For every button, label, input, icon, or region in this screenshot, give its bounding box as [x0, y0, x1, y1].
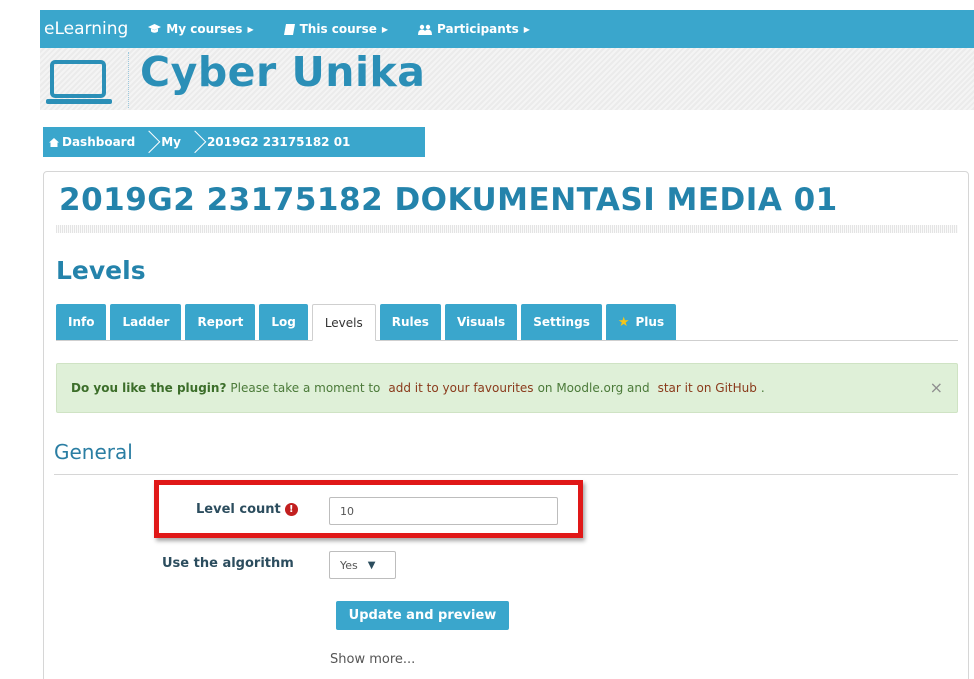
title-divider: [56, 225, 958, 233]
section-divider: [54, 474, 958, 475]
breadcrumb-course[interactable]: 2019G2 23175182 01: [207, 135, 350, 149]
caret-right-icon: ▶: [381, 24, 389, 34]
book-icon: [283, 23, 295, 35]
graduation-cap-icon: [148, 24, 162, 33]
breadcrumb-separator: [141, 127, 155, 157]
page-title: Levels: [56, 256, 146, 285]
github-link[interactable]: star it on GitHub: [658, 381, 757, 395]
alert-text-1: Please take a moment to: [230, 381, 381, 395]
tab-info[interactable]: Info: [56, 304, 107, 340]
tab-settings[interactable]: Settings: [521, 304, 602, 340]
tab-rules[interactable]: Rules: [379, 304, 441, 340]
caret-right-icon: ▶: [523, 24, 530, 34]
main-panel: 2019G2 23175182 DOKUMENTASI MEDIA 01 Lev…: [43, 171, 969, 679]
alert-text-3: .: [760, 381, 765, 395]
tab-report[interactable]: Report: [185, 304, 256, 340]
tab-plus-label: Plus: [635, 315, 665, 329]
breadcrumb-dashboard[interactable]: Dashboard: [49, 135, 135, 149]
header-divider: [128, 52, 129, 108]
breadcrumb-separator: [187, 127, 201, 157]
nav-participants[interactable]: Participants ▶: [418, 22, 530, 36]
nav-my-courses-label: My courses: [166, 22, 243, 36]
algorithm-select-value: Yes: [340, 558, 358, 572]
home-icon: [49, 137, 59, 147]
nav-this-course-label: This course: [299, 22, 377, 36]
brand-link[interactable]: eLearning: [44, 19, 128, 39]
dropdown-arrow-icon: ▼: [367, 559, 376, 571]
tab-levels[interactable]: Levels: [311, 304, 376, 341]
alert-question: Do you like the plugin?: [71, 381, 227, 395]
nav-my-courses[interactable]: My courses ▶: [148, 22, 254, 36]
plugin-alert: Do you like the plugin? Please take a mo…: [56, 363, 958, 413]
tab-bar: Info Ladder Report Log Levels Rules Visu…: [56, 304, 958, 341]
breadcrumb-dashboard-label: Dashboard: [62, 135, 136, 149]
site-name[interactable]: Cyber Unika: [140, 48, 425, 96]
users-icon: [418, 24, 433, 35]
tab-visuals[interactable]: Visuals: [444, 304, 518, 340]
top-navbar: eLearning My courses ▶ This course ▶ Par…: [40, 10, 974, 48]
update-preview-button[interactable]: Update and preview: [336, 601, 509, 630]
nav-this-course[interactable]: This course ▶: [283, 22, 389, 36]
favourites-link[interactable]: add it to your favourites: [388, 381, 533, 395]
alert-text-2: on Moodle.org and: [537, 381, 650, 395]
general-section-title[interactable]: General: [54, 440, 133, 464]
breadcrumb-my[interactable]: My: [161, 135, 181, 149]
star-icon: ★: [617, 314, 630, 330]
algorithm-select[interactable]: Yes ▼: [329, 551, 396, 579]
show-more-link[interactable]: Show more...: [330, 652, 415, 667]
breadcrumb: Dashboard My 2019G2 23175182 01: [43, 127, 425, 157]
tab-log[interactable]: Log: [259, 304, 308, 340]
highlight-annotation: [154, 480, 583, 538]
algorithm-label: Use the algorithm: [162, 556, 294, 571]
laptop-icon: [46, 60, 112, 104]
tab-ladder[interactable]: Ladder: [110, 304, 182, 340]
nav-participants-label: Participants: [437, 22, 519, 36]
caret-right-icon: ▶: [247, 24, 254, 34]
course-title: 2019G2 23175182 DOKUMENTASI MEDIA 01: [59, 182, 838, 218]
close-icon[interactable]: ×: [930, 378, 943, 397]
site-header: Cyber Unika: [40, 48, 974, 110]
tab-plus[interactable]: ★ Plus: [605, 304, 677, 340]
